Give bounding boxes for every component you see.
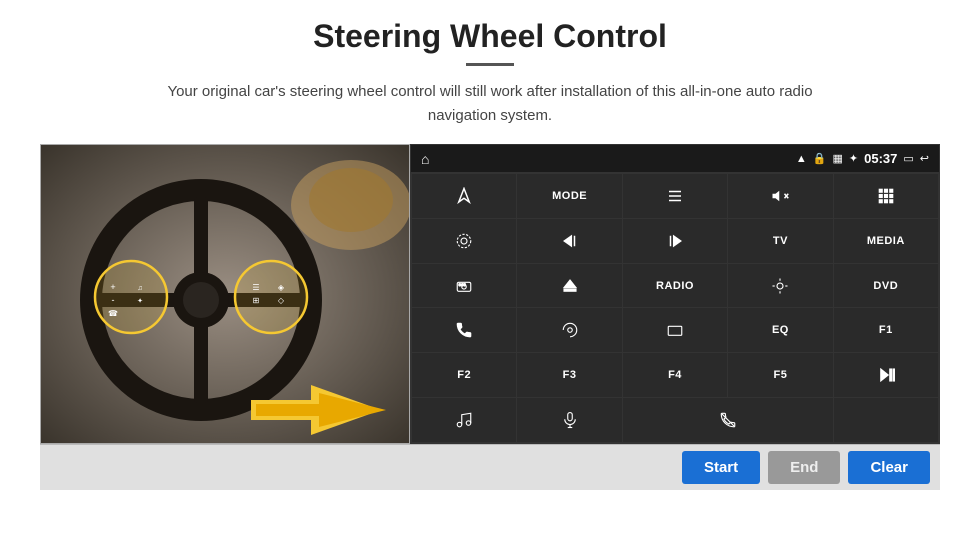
page: Steering Wheel Control Your original car…: [0, 0, 980, 544]
f1-btn[interactable]: F1: [834, 308, 938, 352]
mode-btn[interactable]: MODE: [517, 174, 621, 218]
screen-btn[interactable]: [623, 308, 727, 352]
lock-icon: 🔒: [813, 152, 827, 165]
wifi-icon: ▲: [796, 153, 807, 165]
car-image: + - ☎ ♫ ✦ ☰ ⊞ ◈ ◇: [40, 144, 410, 444]
navigate-btn[interactable]: [412, 174, 516, 218]
music-btn[interactable]: [412, 398, 516, 442]
swirl-btn[interactable]: [517, 308, 621, 352]
dvd-btn[interactable]: DVD: [834, 264, 938, 308]
svg-text:♫: ♫: [137, 285, 142, 292]
eq-btn[interactable]: EQ: [728, 308, 832, 352]
bottom-bar: Start End Clear: [40, 444, 940, 490]
status-time: 05:37: [864, 151, 897, 166]
home-icon[interactable]: ⌂: [421, 151, 429, 167]
svg-text:◇: ◇: [278, 296, 285, 305]
title-divider: [466, 63, 514, 66]
phone-btn[interactable]: [412, 308, 516, 352]
control-panel: ⌂ ▲ 🔒 ▦ ✦ 05:37 ▭ ↩ MODE: [410, 144, 940, 444]
bluetooth-icon: ✦: [849, 152, 858, 165]
cam360-btn[interactable]: 360: [412, 264, 516, 308]
svg-text:☎: ☎: [108, 309, 118, 318]
svg-text:⊞: ⊞: [253, 296, 260, 305]
hangup-btn[interactable]: [623, 398, 833, 442]
next-btn[interactable]: [623, 219, 727, 263]
f2-btn[interactable]: F2: [412, 353, 516, 397]
button-grid: MODE: [411, 173, 939, 443]
svg-text:◈: ◈: [278, 283, 285, 292]
settings-btn[interactable]: [412, 219, 516, 263]
end-button[interactable]: End: [768, 451, 840, 484]
prev-btn[interactable]: [517, 219, 621, 263]
tv-btn[interactable]: TV: [728, 219, 832, 263]
f3-btn[interactable]: F3: [517, 353, 621, 397]
media-btn[interactable]: MEDIA: [834, 219, 938, 263]
sd-icon: ▦: [833, 152, 843, 165]
status-icons-right: ▲ 🔒 ▦ ✦ 05:37 ▭ ↩: [796, 151, 929, 166]
empty-btn1: [834, 398, 938, 442]
page-title: Steering Wheel Control: [313, 18, 667, 55]
status-bar: ⌂ ▲ 🔒 ▦ ✦ 05:37 ▭ ↩: [411, 145, 939, 173]
playpause-btn[interactable]: [834, 353, 938, 397]
svg-text:✦: ✦: [137, 297, 143, 305]
clear-button[interactable]: Clear: [848, 451, 930, 484]
radio-btn[interactable]: RADIO: [623, 264, 727, 308]
eject-btn[interactable]: [517, 264, 621, 308]
list-btn[interactable]: [623, 174, 727, 218]
subtitle: Your original car's steering wheel contr…: [140, 80, 840, 128]
apps-btn[interactable]: [834, 174, 938, 218]
f4-btn[interactable]: F4: [623, 353, 727, 397]
cast-icon: ▭: [903, 152, 913, 165]
start-button[interactable]: Start: [682, 451, 760, 484]
svg-text:+: +: [110, 282, 115, 292]
mute-btn[interactable]: [728, 174, 832, 218]
f5-btn[interactable]: F5: [728, 353, 832, 397]
svg-text:-: -: [112, 295, 115, 305]
back-icon[interactable]: ↩: [920, 152, 929, 165]
brightness-btn[interactable]: [728, 264, 832, 308]
svg-text:360: 360: [459, 283, 466, 287]
svg-text:☰: ☰: [252, 283, 259, 292]
mic-btn[interactable]: [517, 398, 621, 442]
content-area: + - ☎ ♫ ✦ ☰ ⊞ ◈ ◇ ⌂: [40, 144, 940, 444]
